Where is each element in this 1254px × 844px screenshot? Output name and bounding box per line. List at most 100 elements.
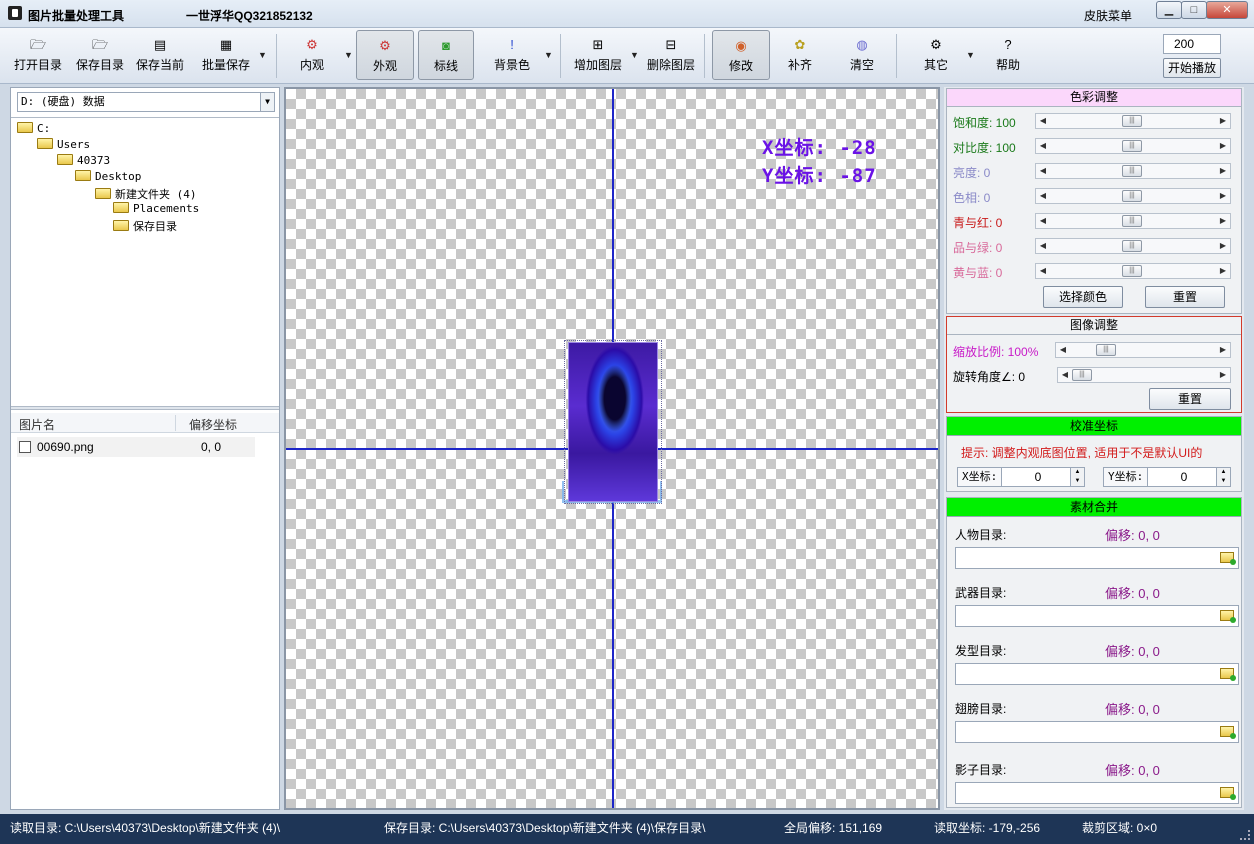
arrow-left-icon[interactable]: ◀ bbox=[1036, 239, 1050, 253]
tree-item[interactable]: 新建文件夹 (4) bbox=[95, 186, 197, 202]
arrow-right-icon[interactable]: ▶ bbox=[1216, 343, 1230, 357]
pick-color-button[interactable]: 选择颜色 bbox=[1043, 286, 1123, 308]
play-interval-input[interactable]: 200 bbox=[1163, 34, 1221, 54]
slider-thumb[interactable]: ||| bbox=[1072, 369, 1092, 381]
batch-save-button[interactable]: ▦ 批量保存 bbox=[198, 30, 254, 80]
spin-arrows-icon[interactable]: ▲ ▼ bbox=[1070, 468, 1084, 486]
close-button[interactable]: ✕ bbox=[1206, 1, 1248, 19]
other-button[interactable]: ⚙ 其它 bbox=[910, 30, 962, 80]
calibrate-y-value[interactable]: 0 bbox=[1154, 468, 1214, 486]
delete-layer-button[interactable]: ⊟ 删除图层 bbox=[644, 30, 698, 80]
slider-thumb[interactable]: ||| bbox=[1096, 344, 1116, 356]
tree-item[interactable]: Users bbox=[37, 138, 90, 154]
calibrate-y-spinner[interactable]: Y坐标: 0 ▲ ▼ bbox=[1103, 467, 1231, 487]
bg-color-button[interactable]: ! 背景色 bbox=[484, 30, 540, 80]
color-slider[interactable]: ◀ ||| ▶ bbox=[1035, 163, 1231, 179]
color-slider[interactable]: ◀ ||| ▶ bbox=[1035, 238, 1231, 254]
arrow-right-icon[interactable]: ▶ bbox=[1216, 239, 1230, 253]
folder-add-icon[interactable] bbox=[1220, 726, 1236, 739]
arrow-right-icon[interactable]: ▶ bbox=[1216, 214, 1230, 228]
color-slider[interactable]: ◀ ||| ▶ bbox=[1035, 113, 1231, 129]
tree-item[interactable]: C: bbox=[17, 122, 50, 138]
resize-grip-icon[interactable] bbox=[1240, 830, 1250, 840]
open-dir-button[interactable]: 🗁 打开目录 bbox=[10, 30, 66, 80]
portal-sprite-image[interactable] bbox=[568, 342, 658, 502]
color-slider[interactable]: ◀ ||| ▶ bbox=[1035, 138, 1231, 154]
arrow-right-icon[interactable]: ▶ bbox=[1216, 114, 1230, 128]
folder-add-icon[interactable] bbox=[1220, 552, 1236, 565]
panel-splitter[interactable] bbox=[11, 406, 279, 410]
calibrate-x-value[interactable]: 0 bbox=[1008, 468, 1068, 486]
save-dir-button[interactable]: 🗁 保存目录 bbox=[72, 30, 128, 80]
arrow-left-icon[interactable]: ◀ bbox=[1036, 164, 1050, 178]
minimize-button[interactable]: ▁ bbox=[1156, 1, 1182, 19]
material-dir-input[interactable] bbox=[955, 547, 1239, 569]
modify-button[interactable]: ◉ 修改 bbox=[712, 30, 770, 80]
file-checkbox[interactable] bbox=[19, 441, 31, 453]
slider-thumb[interactable]: ||| bbox=[1122, 240, 1142, 252]
inner-view-dropdown-icon[interactable]: ▼ bbox=[344, 50, 353, 60]
save-current-button[interactable]: ▤ 保存当前 bbox=[132, 30, 188, 80]
column-header-offset[interactable]: 偏移坐标 bbox=[189, 416, 237, 433]
color-reset-button[interactable]: 重置 bbox=[1145, 286, 1225, 308]
batch-save-dropdown-icon[interactable]: ▼ bbox=[258, 50, 267, 60]
folder-add-icon[interactable] bbox=[1220, 787, 1236, 800]
chevron-down-icon[interactable]: ▼ bbox=[260, 93, 274, 111]
outer-view-button[interactable]: ⚙ 外观 bbox=[356, 30, 414, 80]
material-dir-input[interactable] bbox=[955, 721, 1239, 743]
fill-button[interactable]: ✿ 补齐 bbox=[776, 30, 824, 80]
calibrate-x-spinner[interactable]: X坐标: 0 ▲ ▼ bbox=[957, 467, 1085, 487]
folder-add-icon[interactable] bbox=[1220, 610, 1236, 623]
arrow-right-icon[interactable]: ▶ bbox=[1216, 139, 1230, 153]
color-slider[interactable]: ◀ ||| ▶ bbox=[1035, 188, 1231, 204]
start-play-button[interactable]: 开始播放 bbox=[1163, 58, 1221, 78]
folder-add-icon[interactable] bbox=[1220, 668, 1236, 681]
scale-slider[interactable]: ◀ ||| ▶ bbox=[1055, 342, 1231, 358]
tree-item[interactable]: 40373 bbox=[57, 154, 110, 170]
arrow-right-icon[interactable]: ▶ bbox=[1216, 189, 1230, 203]
mark-line-button[interactable]: ◙ 标线 bbox=[418, 30, 474, 80]
arrow-right-icon[interactable]: ▶ bbox=[1216, 368, 1230, 382]
arrow-left-icon[interactable]: ◀ bbox=[1036, 189, 1050, 203]
slider-thumb[interactable]: ||| bbox=[1122, 115, 1142, 127]
drive-select[interactable]: D: (硬盘) 数据 ▼ bbox=[17, 92, 275, 112]
material-offset: 偏移: 0, 0 bbox=[1105, 763, 1160, 778]
slider-thumb[interactable]: ||| bbox=[1122, 215, 1142, 227]
arrow-left-icon[interactable]: ◀ bbox=[1036, 264, 1050, 278]
arrow-left-icon[interactable]: ◀ bbox=[1036, 114, 1050, 128]
color-slider[interactable]: ◀ ||| ▶ bbox=[1035, 263, 1231, 279]
maximize-button[interactable]: □ bbox=[1181, 1, 1207, 19]
bg-color-dropdown-icon[interactable]: ▼ bbox=[544, 50, 553, 60]
add-layer-button[interactable]: ⊞ 增加图层 bbox=[570, 30, 626, 80]
slider-thumb[interactable]: ||| bbox=[1122, 165, 1142, 177]
spin-arrows-icon[interactable]: ▲ ▼ bbox=[1216, 468, 1230, 486]
other-dropdown-icon[interactable]: ▼ bbox=[966, 50, 975, 60]
list-item[interactable]: 00690.png 0, 0 bbox=[17, 437, 255, 457]
slider-thumb[interactable]: ||| bbox=[1122, 265, 1142, 277]
tree-item[interactable]: Placements bbox=[113, 202, 199, 218]
column-header-name[interactable]: 图片名 bbox=[19, 416, 55, 433]
arrow-left-icon[interactable]: ◀ bbox=[1036, 214, 1050, 228]
tree-item[interactable]: Desktop bbox=[75, 170, 141, 186]
slider-thumb[interactable]: ||| bbox=[1122, 190, 1142, 202]
arrow-right-icon[interactable]: ▶ bbox=[1216, 264, 1230, 278]
preview-canvas[interactable]: X坐标: -28 Y坐标: -87 bbox=[284, 87, 940, 810]
material-dir-input[interactable] bbox=[955, 663, 1239, 685]
rotate-slider[interactable]: ◀ ||| ▶ bbox=[1057, 367, 1231, 383]
skin-menu[interactable]: 皮肤菜单 bbox=[1084, 7, 1132, 24]
tree-item[interactable]: 保存目录 bbox=[113, 218, 177, 234]
material-dir-input[interactable] bbox=[955, 782, 1239, 804]
color-slider[interactable]: ◀ ||| ▶ bbox=[1035, 213, 1231, 229]
arrow-right-icon[interactable]: ▶ bbox=[1216, 164, 1230, 178]
help-button[interactable]: ? 帮助 bbox=[984, 30, 1032, 80]
inner-view-button[interactable]: ⚙ 内观 bbox=[288, 30, 336, 80]
add-layer-dropdown-icon[interactable]: ▼ bbox=[630, 50, 639, 60]
arrow-left-icon[interactable]: ◀ bbox=[1036, 139, 1050, 153]
slider-thumb[interactable]: ||| bbox=[1122, 140, 1142, 152]
clear-button[interactable]: ◍ 清空 bbox=[838, 30, 886, 80]
color-slider-label: 对比度: 100 bbox=[953, 141, 1016, 155]
arrow-left-icon[interactable]: ◀ bbox=[1056, 343, 1070, 357]
material-dir-input[interactable] bbox=[955, 605, 1239, 627]
image-reset-button[interactable]: 重置 bbox=[1149, 388, 1231, 410]
arrow-left-icon[interactable]: ◀ bbox=[1058, 368, 1072, 382]
